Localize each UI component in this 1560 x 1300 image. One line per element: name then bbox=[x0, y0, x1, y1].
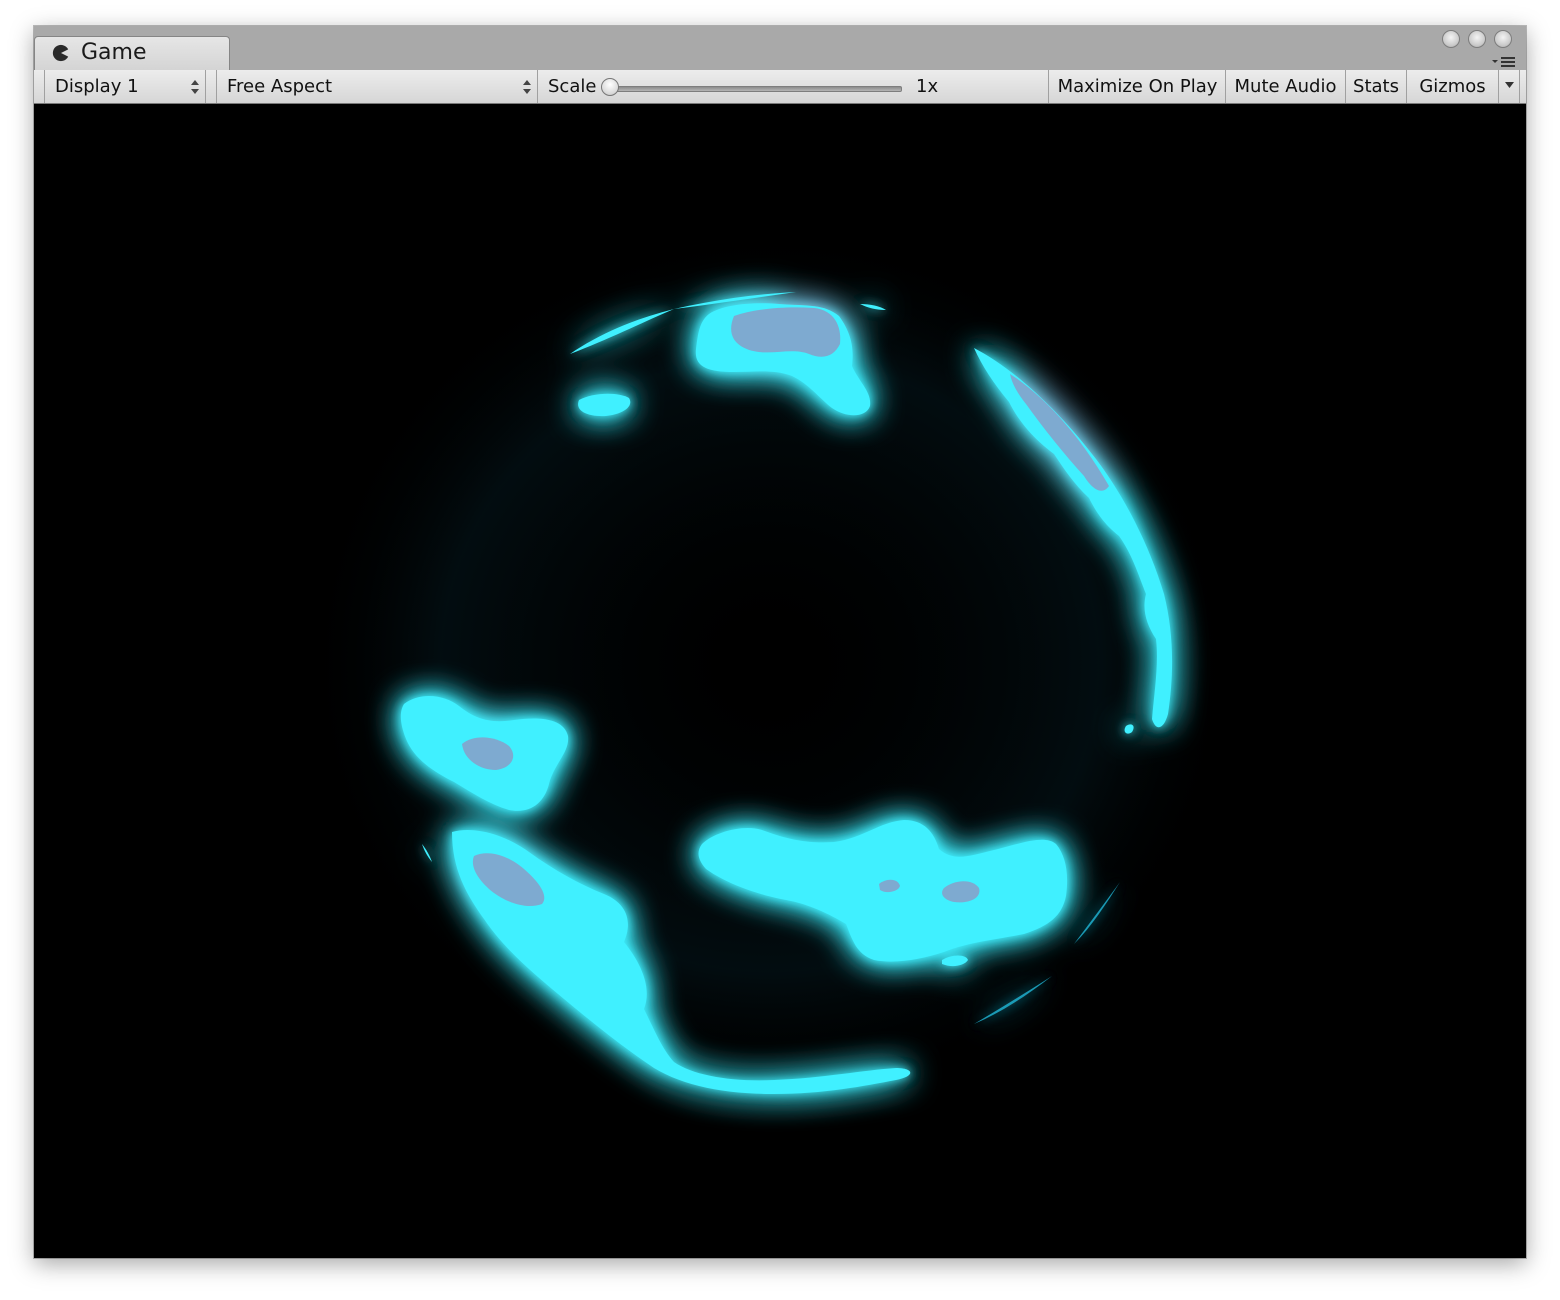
updown-arrows-icon bbox=[191, 80, 199, 94]
tab-game[interactable]: Game bbox=[34, 36, 230, 70]
pacman-icon bbox=[52, 44, 69, 62]
window-close-button[interactable] bbox=[1442, 30, 1460, 48]
maximize-on-play-label: Maximize On Play bbox=[1057, 76, 1218, 97]
energy-sphere-effect bbox=[300, 224, 1240, 1104]
chevron-down-icon bbox=[1505, 82, 1514, 88]
gizmos-toggle[interactable]: Gizmos bbox=[1406, 70, 1498, 103]
window-minimize-button[interactable] bbox=[1468, 30, 1486, 48]
maximize-on-play-toggle[interactable]: Maximize On Play bbox=[1048, 70, 1226, 103]
stats-toggle[interactable]: Stats bbox=[1345, 70, 1406, 103]
scale-value: 1x bbox=[916, 76, 939, 97]
pane-menu-icon[interactable] bbox=[1492, 56, 1516, 68]
stats-label: Stats bbox=[1353, 76, 1399, 97]
scale-slider-track[interactable] bbox=[602, 86, 902, 92]
gizmos-dropdown[interactable] bbox=[1498, 70, 1520, 103]
display-select[interactable]: Display 1 bbox=[44, 70, 206, 103]
display-select-value: Display 1 bbox=[55, 76, 139, 97]
scale-slider-thumb[interactable] bbox=[601, 78, 619, 96]
game-toolbar: Display 1 Free Aspect Scale 1x Maximize … bbox=[34, 70, 1526, 104]
mute-audio-label: Mute Audio bbox=[1234, 76, 1337, 97]
tab-strip: Game bbox=[34, 26, 1526, 71]
aspect-select-value: Free Aspect bbox=[227, 76, 333, 97]
aspect-select[interactable]: Free Aspect bbox=[216, 70, 538, 103]
updown-arrows-icon bbox=[523, 80, 531, 94]
gizmos-label: Gizmos bbox=[1419, 76, 1486, 97]
mute-audio-toggle[interactable]: Mute Audio bbox=[1225, 70, 1345, 103]
game-window: Game Display 1 Free Aspect Scale 1x Maxi… bbox=[34, 26, 1526, 1258]
tab-game-label: Game bbox=[81, 40, 147, 65]
game-viewport[interactable] bbox=[34, 104, 1526, 1258]
window-zoom-button[interactable] bbox=[1494, 30, 1512, 48]
scale-label: Scale bbox=[548, 76, 597, 97]
